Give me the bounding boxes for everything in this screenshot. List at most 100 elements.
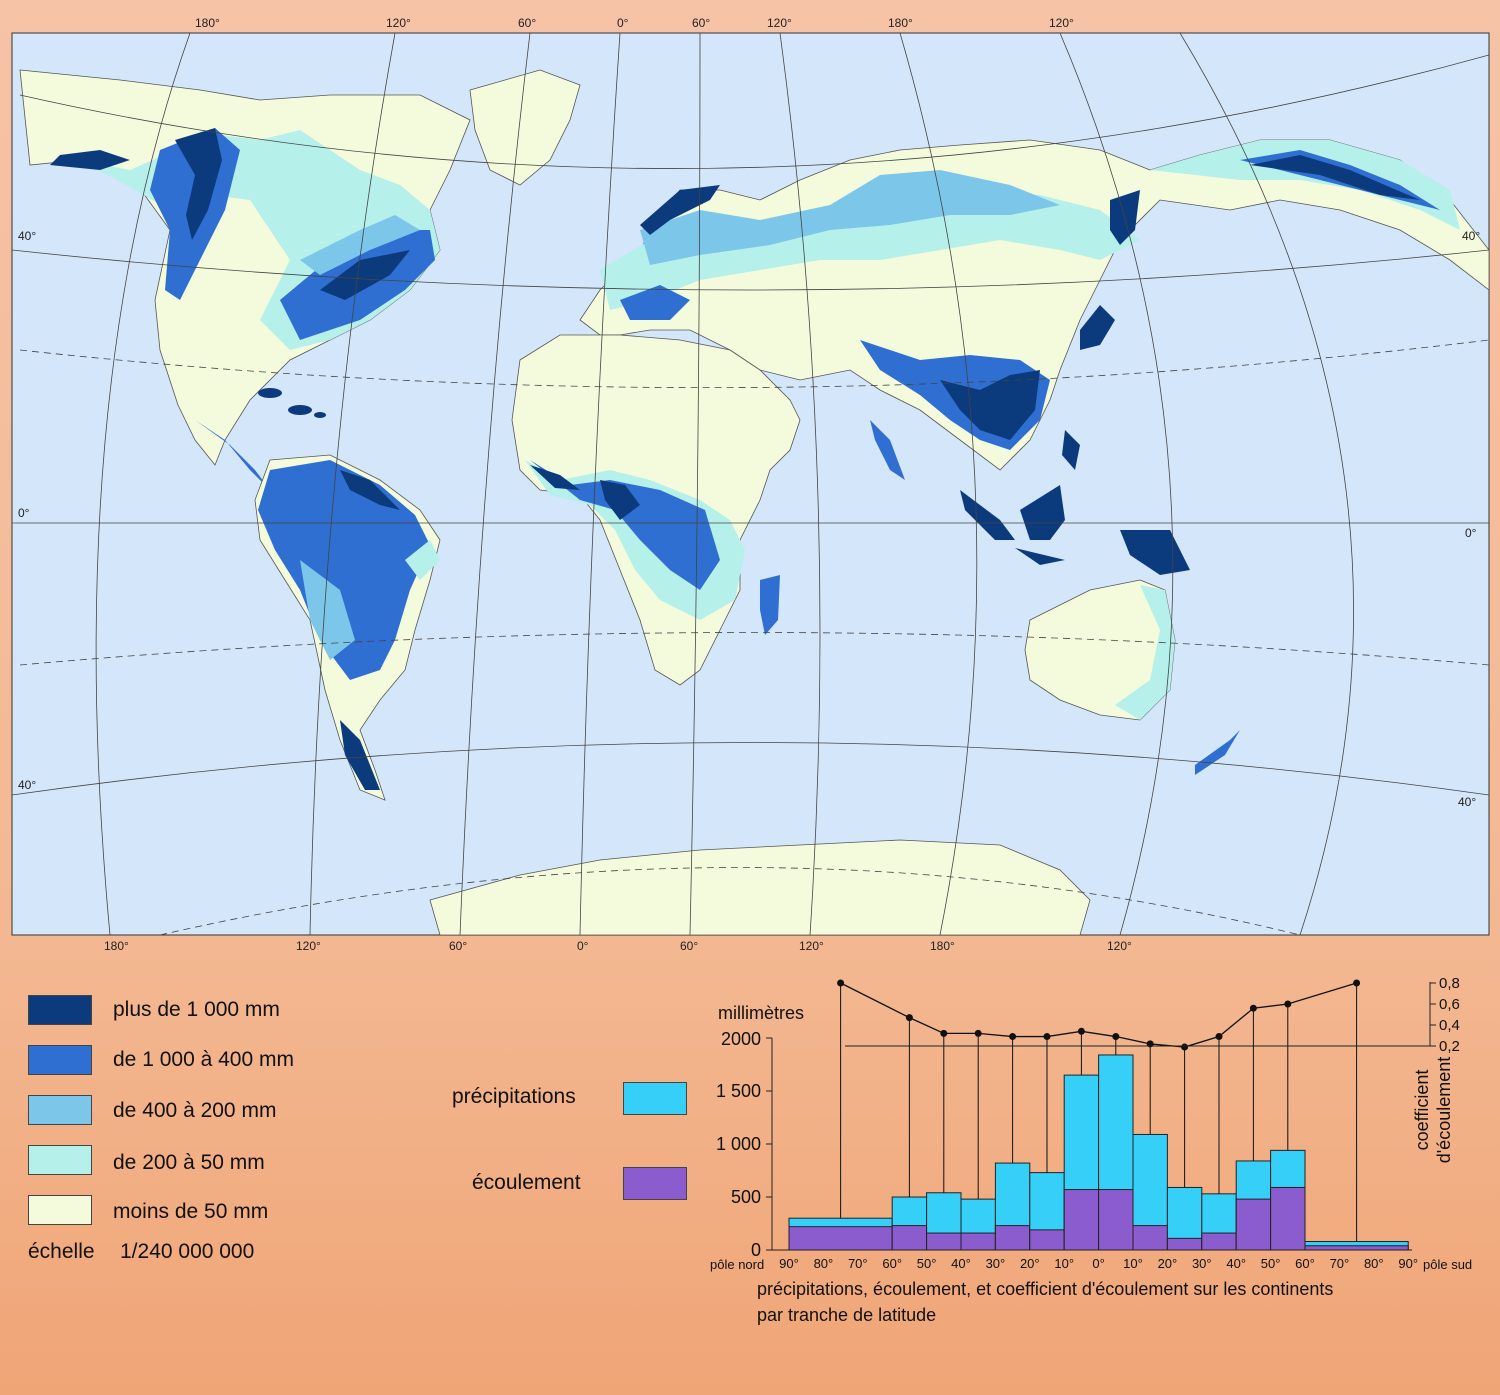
coefficient-point-9 [1181,1043,1189,1051]
parallel-0-right: 0° [1465,526,1477,540]
coefficient-point-5 [1043,1033,1051,1041]
x-tick-label-9: 0° [1092,1256,1104,1271]
x-tick-label-2: 70° [848,1256,868,1271]
chart-bars [788,1054,1409,1251]
coefficient-point-4 [1009,1033,1017,1041]
coefficient-point-0 [837,979,845,987]
meridian-bottom-1: 180° [104,939,129,953]
parallel-40s-right: 40° [1458,795,1476,809]
runoff-bar-3 [960,1232,996,1251]
meridian-bottom-3: 60° [449,939,467,953]
x-tick-label-5: 40° [951,1256,971,1271]
x-tick-label-14: 50° [1261,1256,1281,1271]
meridian-top-8: 120° [1049,16,1074,30]
pole-nord-label: pôle nord [710,1257,764,1272]
runoff-bar-5 [1029,1229,1065,1251]
y-axis-label: millimètres [718,1003,804,1023]
scale-label: échelle [28,1240,95,1263]
meridian-top-2: 120° [386,16,411,30]
x-tick-label-3: 60° [882,1256,902,1271]
x-tick-labels: 90° 80° 70° 60° 50° 40° 30° 20° 10° 0° 10° 20° 30° 40… [779,1256,1418,1271]
x-tick-label-10: 10° [1123,1256,1143,1271]
y2-axis-label-line2: d'écoulement [1434,1057,1454,1164]
meridian-bottom-6: 120° [799,939,824,953]
coefficient-point-12 [1284,1000,1292,1008]
legend-label-1000-400: de 1 000 à 400 mm [113,1048,294,1071]
precip-legend-label: précipitations [452,1085,576,1108]
x-tick-label-18: 90° [1398,1256,1418,1271]
y2-tick-label-04: 0,4 [1439,1017,1460,1034]
x-tick-label-11: 20° [1158,1256,1178,1271]
meridian-top-3: 60° [518,16,536,30]
meridian-bottom-7: 180° [930,939,955,953]
coefficient-point-3 [974,1029,982,1037]
legend-swatch-gt1000 [28,995,92,1025]
y2-axis-label-line1: coefficient [1412,1070,1432,1151]
pole-sud-label: pôle sud [1423,1257,1472,1272]
x-tick-label-7: 20° [1020,1256,1040,1271]
coefficient-point-6 [1077,1027,1085,1035]
y-tick-label-1500: 1 500 [716,1081,761,1101]
parallel-0-left: 0° [18,506,30,520]
legend-swatch-lt50 [28,1195,92,1225]
coefficient-point-7 [1112,1033,1120,1041]
chart-title: précipitations, écoulement, et coefficie… [757,1279,1333,1299]
legend-label-400-200: de 400 à 200 mm [113,1099,277,1122]
runoff-bar-7 [1098,1189,1134,1251]
runoff-bar-12 [1270,1186,1306,1251]
runoff-legend-label: écoulement [472,1171,581,1194]
parallel-40n-right: 40° [1462,229,1480,243]
y-tick-label-500: 500 [731,1187,761,1207]
meridian-top-6: 120° [767,16,792,30]
x-tick-label-13: 40° [1226,1256,1246,1271]
scale-value: 1/240 000 000 [120,1240,255,1263]
x-tick-label-17: 80° [1364,1256,1384,1271]
runoff-bar-8 [1132,1225,1168,1251]
coefficient-point-1 [905,1014,913,1022]
runoff-bar-9 [1166,1237,1203,1251]
runoff-bar-0 [788,1226,893,1251]
runoff-bar-4 [994,1225,1031,1251]
legend-swatch-1000-400 [28,1045,92,1075]
runoff-bar-13 [1304,1245,1409,1251]
world-map[interactable]: 180° 120° 60° 0° 60° 120° 180° 120° 180°… [11,16,1490,953]
coefficient-point-10 [1215,1033,1223,1041]
y2-tick-label-08: 0,8 [1439,975,1460,992]
y-tick-label-1000: 1 000 [716,1134,761,1154]
legend-label-lt50: moins de 50 mm [113,1200,269,1223]
meridian-top-4: 0° [617,16,629,30]
x-tick-label-0: 90° [779,1256,799,1271]
meridian-bottom-4: 0° [577,939,589,953]
meridian-labels-bottom: 180° 120° 60° 0° 60° 120° 180° 120° [104,939,1132,953]
y-tick-label-2000: 2000 [721,1029,761,1049]
meridian-top-1: 180° [195,16,220,30]
y2-tick-label-06: 0,6 [1439,996,1460,1013]
latitude-chart: millimètres 0 500 1 000 1 500 2000 0,2 0… [710,975,1472,1325]
runoff-bar-10 [1201,1232,1237,1251]
chart-subtitle: par tranche de latitude [757,1305,936,1325]
y2-tick-label-02: 0,2 [1439,1038,1460,1055]
coefficient-line [840,982,1357,1048]
legend-swatch-400-200 [28,1095,92,1125]
meridian-bottom-2: 120° [296,939,321,953]
meridian-labels-top: 180° 120° 60° 0° 60° 120° 180° 120° [195,16,1074,30]
coefficient-point-11 [1249,1004,1257,1012]
x-tick-label-1: 80° [814,1256,834,1271]
legend-label-200-50: de 200 à 50 mm [113,1151,265,1174]
runoff-bar-2 [926,1232,962,1251]
runoff-legend-swatch [623,1167,687,1200]
meridian-bottom-5: 60° [680,939,698,953]
meridian-top-7: 180° [888,16,913,30]
x-tick-label-4: 50° [917,1256,937,1271]
meridian-top-5: 60° [692,16,710,30]
figure: 180° 120° 60° 0° 60° 120° 180° 120° 180°… [11,16,1490,1325]
parallel-40n-left: 40° [18,229,36,243]
runoff-bar-1 [891,1225,928,1251]
x-tick-label-15: 60° [1295,1256,1315,1271]
runoff-bar-6 [1063,1189,1100,1251]
meridian-bottom-8: 120° [1107,939,1132,953]
x-tick-label-8: 10° [1054,1256,1074,1271]
runoff-bar-11 [1235,1198,1272,1251]
legend-swatch-200-50 [28,1145,92,1175]
x-tick-label-16: 70° [1330,1256,1350,1271]
